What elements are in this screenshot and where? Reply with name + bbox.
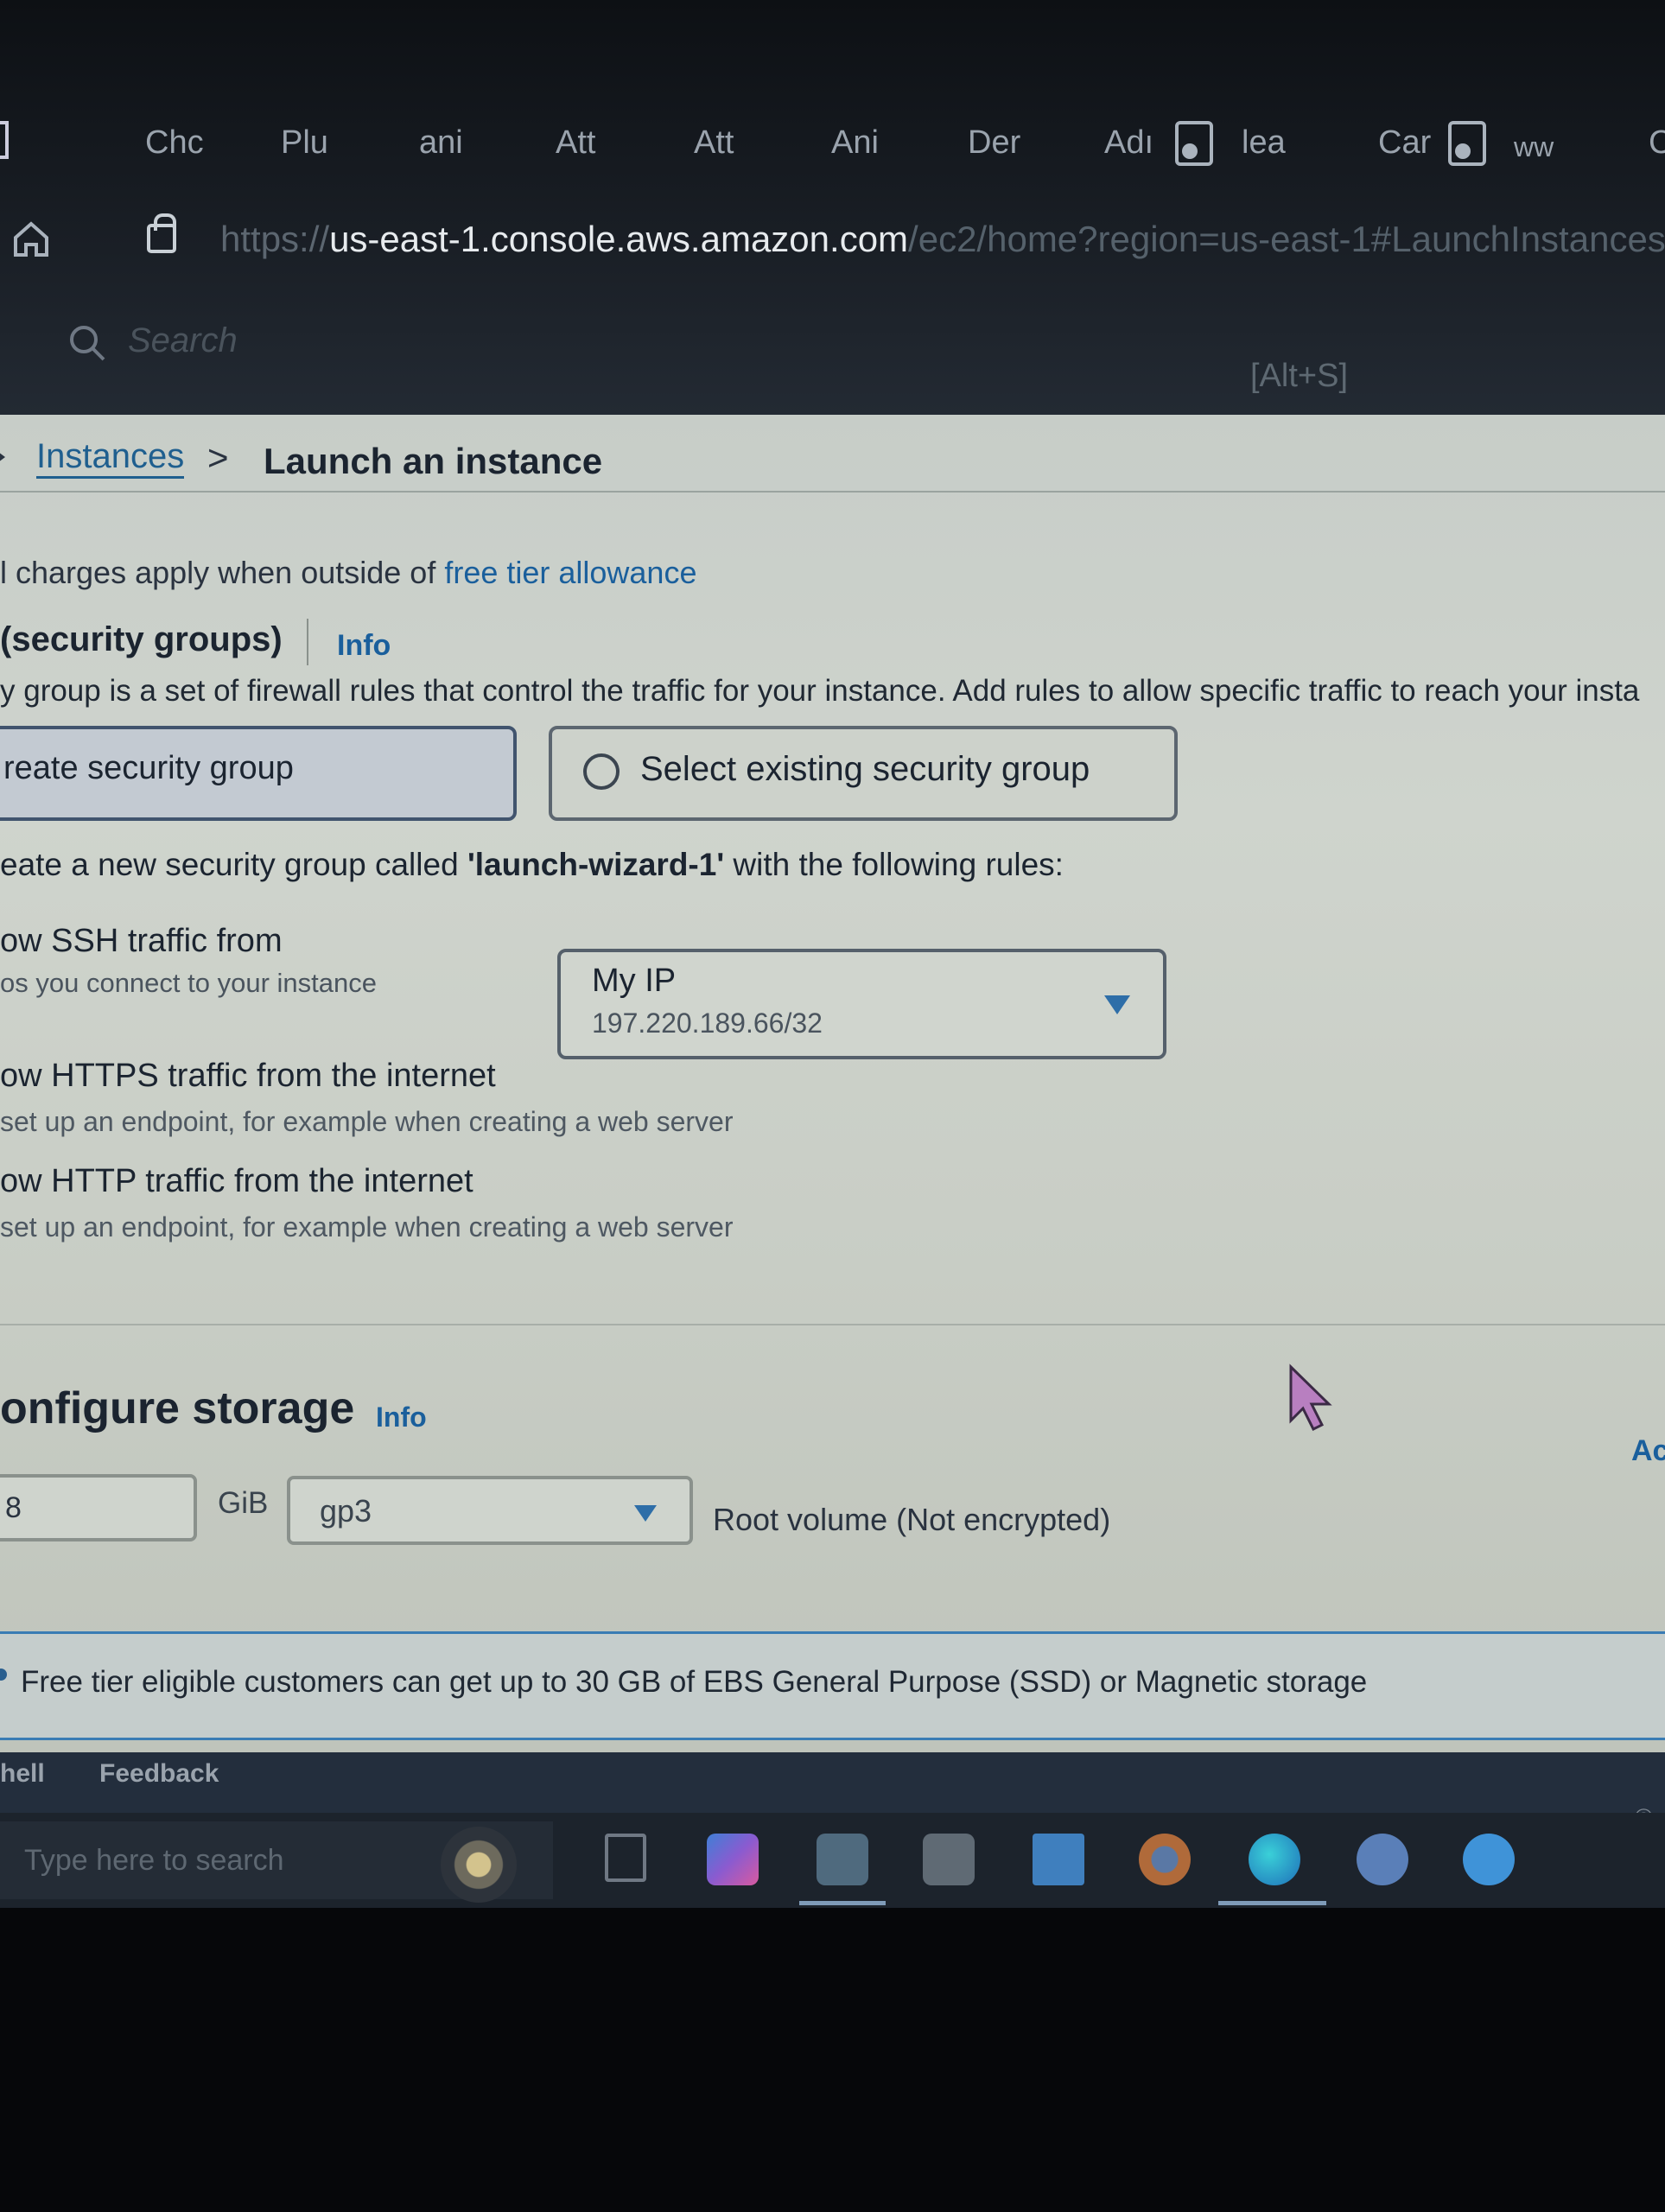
breadcrumb: Instances > Launch an instance [0, 430, 1665, 493]
tab[interactable]: Adı [1104, 124, 1153, 162]
file-explorer-icon[interactable] [817, 1834, 868, 1885]
telegram-icon[interactable] [1463, 1834, 1515, 1885]
volume-size-input[interactable]: 8 [0, 1474, 197, 1541]
breadcrumb-instances-link[interactable]: Instances [36, 437, 185, 479]
console-footer: hell Feedback © [0, 1752, 1665, 1831]
section-divider [0, 1324, 1665, 1325]
volume-type-value: gp3 [320, 1493, 372, 1529]
address-bar[interactable]: https://us-east-1.console.aws.amazon.com… [220, 219, 1665, 260]
root-volume-label: Root volume (Not encrypted) [713, 1502, 1111, 1537]
edge-icon[interactable] [1249, 1834, 1300, 1885]
url-path: /ec2/home?region=us-east-1#LaunchInstanc… [908, 219, 1665, 259]
ssh-source-select[interactable]: My IP 197.220.189.66/32 [557, 949, 1166, 1059]
allow-https-description: set up an endpoint, for example when cre… [0, 1106, 734, 1137]
search-shortcut-hint: [Alt+S] [1250, 358, 1348, 394]
active-app-indicator [799, 1901, 886, 1905]
tab[interactable]: Plu [281, 124, 328, 162]
caret-down-icon [634, 1505, 657, 1522]
heading-divider [307, 619, 308, 665]
security-groups-info-link[interactable]: Info [337, 629, 391, 663]
info-icon [0, 1669, 7, 1681]
ssh-source-cidr: 197.220.189.66/32 [592, 1007, 823, 1039]
windows-taskbar: Type here to search [0, 1813, 1665, 1908]
configure-storage-info-link[interactable]: Info [376, 1402, 427, 1433]
tab[interactable]: Chc [145, 124, 204, 162]
lock-icon[interactable] [147, 213, 176, 253]
configure-storage-heading: onfigure storage [0, 1383, 355, 1433]
option-label: Select existing security group [640, 750, 1090, 788]
url-scheme: https:// [220, 219, 330, 259]
new-security-group-note: eate a new security group called 'launch… [0, 847, 1064, 883]
tab[interactable]: ani [419, 124, 463, 162]
allow-http-description: set up an endpoint, for example when cre… [0, 1211, 734, 1243]
free-tier-storage-note: Free tier eligible customers can get up … [21, 1665, 1368, 1699]
page-title: Launch an instance [264, 441, 603, 481]
note-text: eate a new security group called [0, 847, 467, 882]
security-groups-description: y group is a set of firewall rules that … [0, 674, 1640, 708]
tab[interactable]: C [1649, 124, 1665, 162]
cortana-icon[interactable] [441, 1827, 517, 1903]
console-search-row: Search [Alt+S] [0, 311, 1665, 397]
media-player-icon[interactable] [1357, 1834, 1408, 1885]
caret-down-icon [1104, 995, 1130, 1014]
firefox-icon[interactable] [1139, 1834, 1191, 1885]
tab-extension-icon [1448, 121, 1486, 166]
store-icon[interactable] [923, 1834, 975, 1885]
tab[interactable]: ww [1514, 131, 1554, 163]
laptop-bezel [0, 1908, 1665, 2212]
browser-chrome: Chc Plu ani Att Att Ani Der Adı lea Car … [0, 0, 1665, 415]
console-search-input[interactable]: Search [128, 321, 238, 360]
url-host: us-east-1.console.aws.amazon.com [329, 219, 909, 259]
allow-http-label[interactable]: ow HTTP traffic from the internet [0, 1163, 473, 1200]
cloudshell-link[interactable]: hell [0, 1759, 45, 1789]
allow-ssh-description: os you connect to your instance [0, 968, 377, 998]
mouse-cursor-icon [1289, 1363, 1332, 1432]
add-volume-link[interactable]: Ac [1631, 1434, 1665, 1468]
option-label: reate security group [3, 750, 294, 786]
volume-type-select[interactable]: gp3 [287, 1476, 693, 1545]
tab[interactable]: Ani [831, 124, 879, 162]
tab[interactable]: Att [556, 124, 595, 162]
tab-extension-icon [1175, 121, 1213, 166]
copilot-icon[interactable] [707, 1834, 759, 1885]
security-group-name: 'launch-wizard-1' [467, 847, 725, 882]
active-app-indicator [1218, 1901, 1326, 1905]
tab-strip: Chc Plu ani Att Att Ani Der Adı lea Car … [0, 112, 1665, 181]
feedback-link[interactable]: Feedback [99, 1759, 219, 1789]
tab[interactable]: Car [1378, 124, 1431, 162]
tab[interactable]: Att [694, 124, 734, 162]
security-groups-heading: (security groups) [0, 620, 283, 658]
select-existing-security-group-option[interactable]: Select existing security group [549, 726, 1178, 821]
free-tier-info-alert: Free tier eligible customers can get up … [0, 1631, 1665, 1740]
home-icon[interactable] [10, 217, 52, 260]
free-tier-link[interactable]: free tier allowance [444, 555, 696, 590]
create-security-group-option[interactable]: reate security group [0, 726, 517, 821]
volume-size-unit: GiB [218, 1486, 269, 1520]
charges-text: l charges apply when outside of [0, 555, 445, 590]
allow-ssh-label[interactable]: ow SSH traffic from [0, 923, 283, 960]
note-text: with the following rules: [724, 847, 1064, 882]
ssh-source-selected: My IP [592, 963, 677, 999]
launch-instance-page: Instances > Launch an instance l charges… [0, 415, 1665, 1752]
tab[interactable]: lea [1242, 124, 1286, 162]
radio-button[interactable] [583, 753, 620, 790]
volume-size-value: 8 [5, 1491, 22, 1524]
mail-icon[interactable] [1033, 1834, 1084, 1885]
address-bar-row: https://us-east-1.console.aws.amazon.com… [0, 203, 1665, 281]
task-view-icon[interactable] [605, 1834, 646, 1882]
allow-https-label[interactable]: ow HTTPS traffic from the internet [0, 1058, 496, 1095]
chevron-right-icon: > [207, 437, 229, 478]
charges-note: l charges apply when outside of free tie… [0, 555, 696, 591]
caret-right-icon [0, 449, 5, 465]
tab[interactable]: Der [968, 124, 1020, 162]
search-icon [70, 326, 105, 361]
taskbar-search-input[interactable]: Type here to search [24, 1844, 284, 1878]
